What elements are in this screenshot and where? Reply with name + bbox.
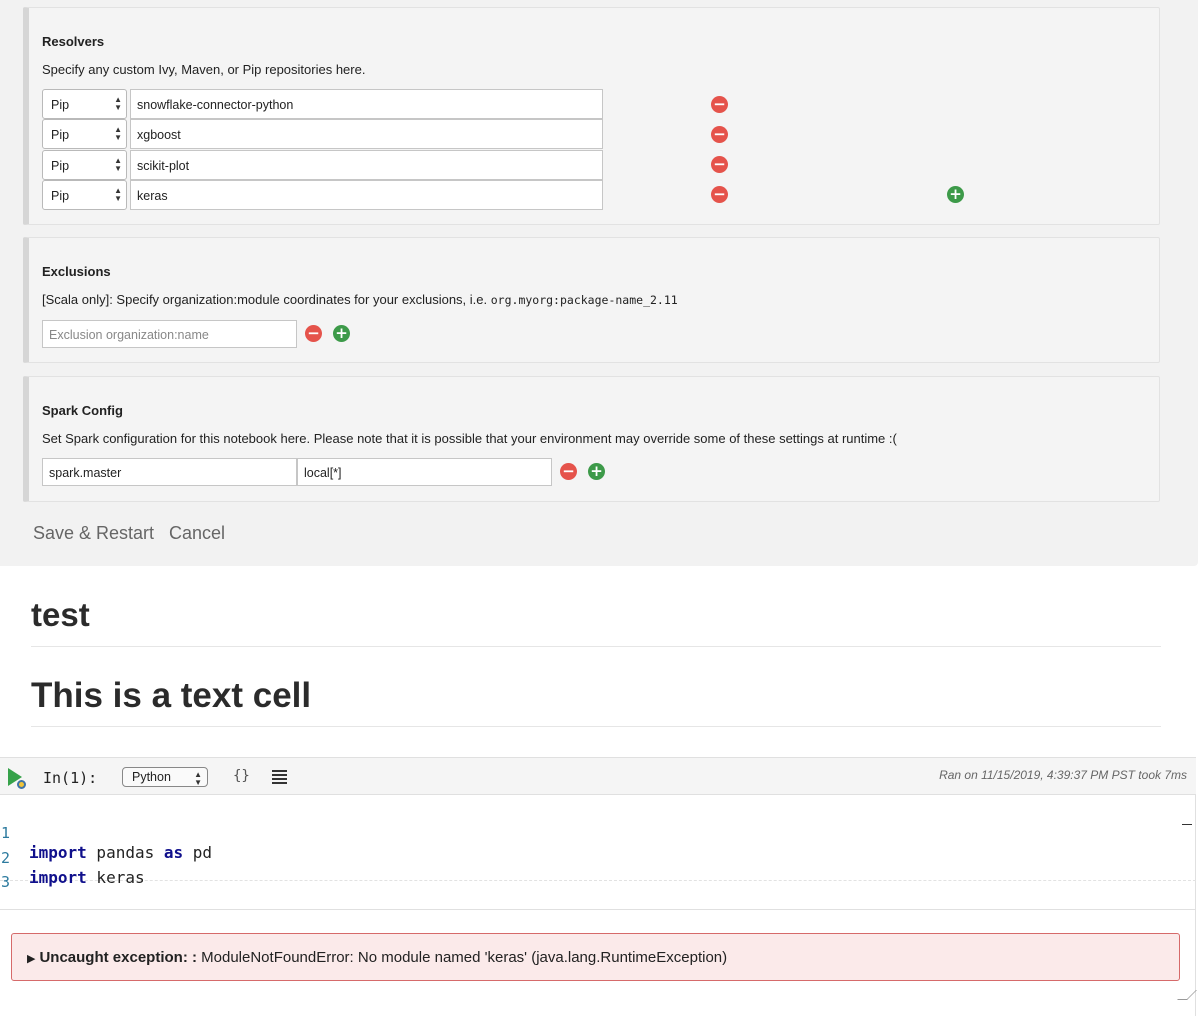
exclusions-title: Exclusions <box>42 264 111 279</box>
remove-resolver-button[interactable]: − <box>711 96 728 113</box>
markdown-heading-test[interactable]: test <box>31 596 1161 647</box>
cell-execution-label: In(1): <box>43 769 98 787</box>
select-arrows-icon: ▲ ▼ <box>114 125 122 142</box>
remove-resolver-button[interactable]: − <box>711 156 728 173</box>
spark-config-section: Spark Config Set Spark configuration for… <box>23 376 1160 502</box>
output-divider <box>0 909 1196 910</box>
remove-exclusion-button[interactable]: − <box>305 325 322 342</box>
list-icon[interactable] <box>272 770 287 784</box>
error-message: ModuleNotFoundError: No module named 'ke… <box>196 949 728 966</box>
resolver-type-select[interactable]: Pip ▲ ▼ <box>42 119 127 149</box>
spark-config-value-input[interactable]: local[*] <box>297 458 552 486</box>
exclusion-example-code: org.myorg:package-name_2.11 <box>490 293 678 307</box>
cancel-button[interactable]: Cancel <box>169 523 225 544</box>
run-info: Ran on 11/15/2019, 4:39:37 PM PST took 7… <box>939 768 1187 782</box>
add-spark-config-button[interactable]: + <box>588 463 605 480</box>
resolver-type-select[interactable]: Pip ▲ ▼ <box>42 180 127 210</box>
resolver-url-input[interactable]: scikit-plot <box>130 150 603 180</box>
python-icon <box>17 780 26 789</box>
remove-resolver-button[interactable]: − <box>711 186 728 203</box>
resolver-url-input[interactable]: xgboost <box>130 119 603 149</box>
add-resolver-button[interactable]: + <box>947 186 964 203</box>
select-arrows-icon: ▲ ▼ <box>114 156 122 173</box>
scroll-marker <box>1182 824 1192 825</box>
resolver-type-select[interactable]: Pip ▲ ▼ <box>42 150 127 180</box>
code-line: 2 import keras <box>1 849 145 887</box>
select-arrows-icon: ▲ ▼ <box>114 95 122 112</box>
exclusions-description: [Scala only]: Specify organization:modul… <box>42 292 678 307</box>
expand-arrow-icon[interactable]: ▶ <box>27 953 35 965</box>
line-number: 3 <box>1 873 11 891</box>
select-arrows-icon: ▲ ▼ <box>114 186 122 203</box>
spark-config-key-input[interactable]: spark.master <box>42 458 297 486</box>
exclusions-section: Exclusions [Scala only]: Specify organiz… <box>23 237 1160 363</box>
add-exclusion-button[interactable]: + <box>333 325 350 342</box>
resolver-url-input[interactable]: snowflake-connector-python <box>130 89 603 119</box>
spark-config-description: Set Spark configuration for this noteboo… <box>42 431 897 446</box>
resolver-url-input[interactable]: keras <box>130 180 603 210</box>
code-cell[interactable]: In(1): Python ▲ ▼ {} Ran on 11/15/2019, 4… <box>0 757 1197 1016</box>
spark-config-title: Spark Config <box>42 403 123 418</box>
error-label: Uncaught exception: : <box>39 949 197 966</box>
select-arrows-icon: ▲ ▼ <box>194 770 202 787</box>
resolvers-title: Resolvers <box>42 34 105 49</box>
cell-language-select[interactable]: Python ▲ ▼ <box>122 767 208 787</box>
resolvers-description: Specify any custom Ivy, Maven, or Pip re… <box>42 62 366 77</box>
kernel-config-panel: Resolvers Specify any custom Ivy, Maven,… <box>0 0 1198 566</box>
braces-icon[interactable]: {} <box>233 768 250 784</box>
error-output[interactable]: ▶ Uncaught exception: : ModuleNotFoundErr… <box>11 933 1180 981</box>
resize-grip-icon[interactable] <box>1177 990 1197 1000</box>
remove-resolver-button[interactable]: − <box>711 126 728 143</box>
exclusion-input[interactable]: Exclusion organization:name <box>42 320 297 348</box>
save-restart-button[interactable]: Save & Restart <box>33 523 154 544</box>
code-line: 3 <box>0 854 58 891</box>
code-line: 1 import pandas as pd <box>1 824 213 862</box>
cell-toolbar: In(1): Python ▲ ▼ {} Ran on 11/15/2019, 4… <box>0 758 1196 795</box>
code-editor[interactable]: 1 import pandas as pd 2 import keras 3 <box>0 796 1196 891</box>
remove-spark-config-button[interactable]: − <box>560 463 577 480</box>
markdown-heading-text-cell[interactable]: This is a text cell <box>31 676 1161 727</box>
resolvers-section: Resolvers Specify any custom Ivy, Maven,… <box>23 7 1160 225</box>
resolver-type-select[interactable]: Pip ▲ ▼ <box>42 89 127 119</box>
